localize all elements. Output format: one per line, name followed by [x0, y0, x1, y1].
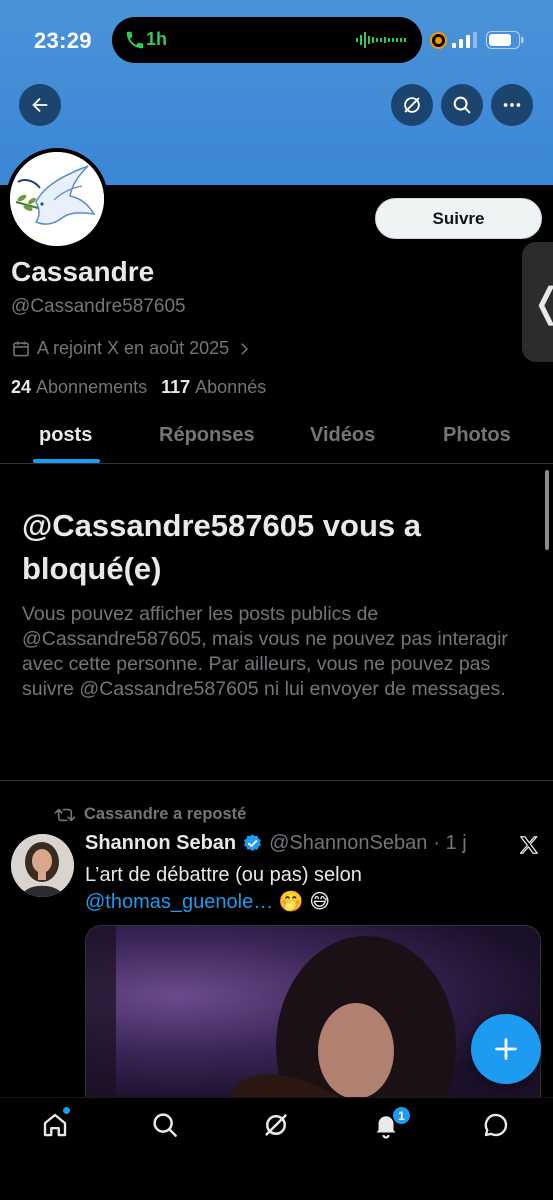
nav-grok[interactable]: [261, 1110, 295, 1144]
profile-avatar[interactable]: [6, 148, 108, 250]
side-panel-handle[interactable]: ❬: [522, 242, 553, 362]
post-mention-link[interactable]: @thomas_guenole…: [85, 891, 273, 913]
more-options-button[interactable]: [491, 84, 533, 126]
post-media-video[interactable]: [85, 925, 541, 1100]
nav-home[interactable]: [40, 1110, 74, 1144]
scrollbar[interactable]: [545, 470, 549, 550]
plus-icon: [495, 1038, 517, 1060]
post-author-avatar[interactable]: [11, 834, 74, 897]
x-logo-icon: [519, 836, 538, 854]
dynamic-island[interactable]: 1h: [112, 17, 422, 63]
grok-icon: [404, 97, 420, 113]
compose-post-button[interactable]: [471, 1014, 541, 1084]
call-duration: 1h: [146, 29, 168, 49]
explore-icon: [153, 1113, 177, 1137]
repost-icon: [54, 808, 76, 821]
profile-tabs: posts Réponses Vidéos Photos: [0, 412, 553, 464]
profile-handle: @Cassandre587605: [11, 296, 186, 317]
messages-icon: [484, 1113, 508, 1137]
active-tab-indicator: [33, 459, 100, 463]
repost-label: Cassandre a reposté: [84, 805, 247, 823]
joined-date-row[interactable]: A rejoint X en août 2025: [11, 338, 253, 359]
search-button[interactable]: [441, 84, 483, 126]
tab-videos[interactable]: Vidéos: [310, 424, 375, 447]
bottom-navigation: 1: [0, 1097, 553, 1200]
mic-indicator-dot: [432, 34, 445, 47]
phone-call-icon: [126, 31, 144, 49]
blocked-description: Vous pouvez afficher les posts publics d…: [22, 603, 508, 700]
blocked-title: @Cassandre587605 vous a bloqué(e): [22, 508, 422, 586]
avatar-image: [10, 152, 104, 246]
notifications-badge: 1: [392, 1106, 411, 1125]
following-link[interactable]: 24 Abonnements: [11, 377, 147, 398]
chevron-right-icon: [241, 342, 249, 355]
post-time: · 1 j: [433, 832, 467, 854]
nav-explore[interactable]: [150, 1110, 184, 1144]
tab-photos[interactable]: Photos: [443, 424, 511, 447]
back-button[interactable]: [19, 84, 61, 126]
section-divider: [0, 780, 553, 781]
tab-replies[interactable]: Réponses: [159, 424, 255, 447]
tab-posts[interactable]: posts: [39, 424, 92, 447]
follow-counts: 24 Abonnements 117 Abonnés: [11, 377, 266, 398]
video-thumbnail: [86, 926, 456, 1100]
post-emoji: 🤭 😅: [273, 891, 331, 913]
more-icon: [503, 103, 521, 107]
post-header: Shannon Seban @ShannonSeban · 1 j: [85, 832, 467, 855]
grok-nav-icon: [265, 1114, 287, 1136]
joined-text: A rejoint X en août 2025: [37, 338, 230, 358]
calendar-icon: [13, 341, 29, 356]
search-icon: [453, 96, 471, 114]
status-time: 23:29: [34, 28, 92, 53]
home-unread-dot: [62, 1106, 71, 1115]
post-author-handle[interactable]: @ShannonSeban: [269, 832, 427, 855]
profile-display-name: Cassandre: [11, 256, 155, 287]
cellular-signal-icon: [452, 32, 477, 48]
follow-button[interactable]: Suivre: [375, 198, 542, 239]
post-text: L’art de débattre (ou pas) selon @thomas…: [85, 864, 362, 913]
author-photo: [11, 834, 74, 897]
status-bar: 23:29 1h: [0, 0, 553, 80]
followers-link[interactable]: 117 Abonnés: [161, 377, 266, 398]
battery-icon: [486, 31, 524, 49]
repost-indicator: Cassandre a reposté: [54, 805, 246, 824]
back-arrow-icon: [32, 97, 48, 113]
dove-illustration: [10, 152, 104, 246]
post-author-name[interactable]: Shannon Seban: [85, 832, 236, 855]
chevron-left-icon: ❬: [530, 280, 553, 326]
grok-button[interactable]: [391, 84, 433, 126]
verified-badge-icon: [244, 834, 262, 852]
audio-waveform-icon: [356, 32, 406, 48]
nav-messages[interactable]: [481, 1110, 515, 1144]
